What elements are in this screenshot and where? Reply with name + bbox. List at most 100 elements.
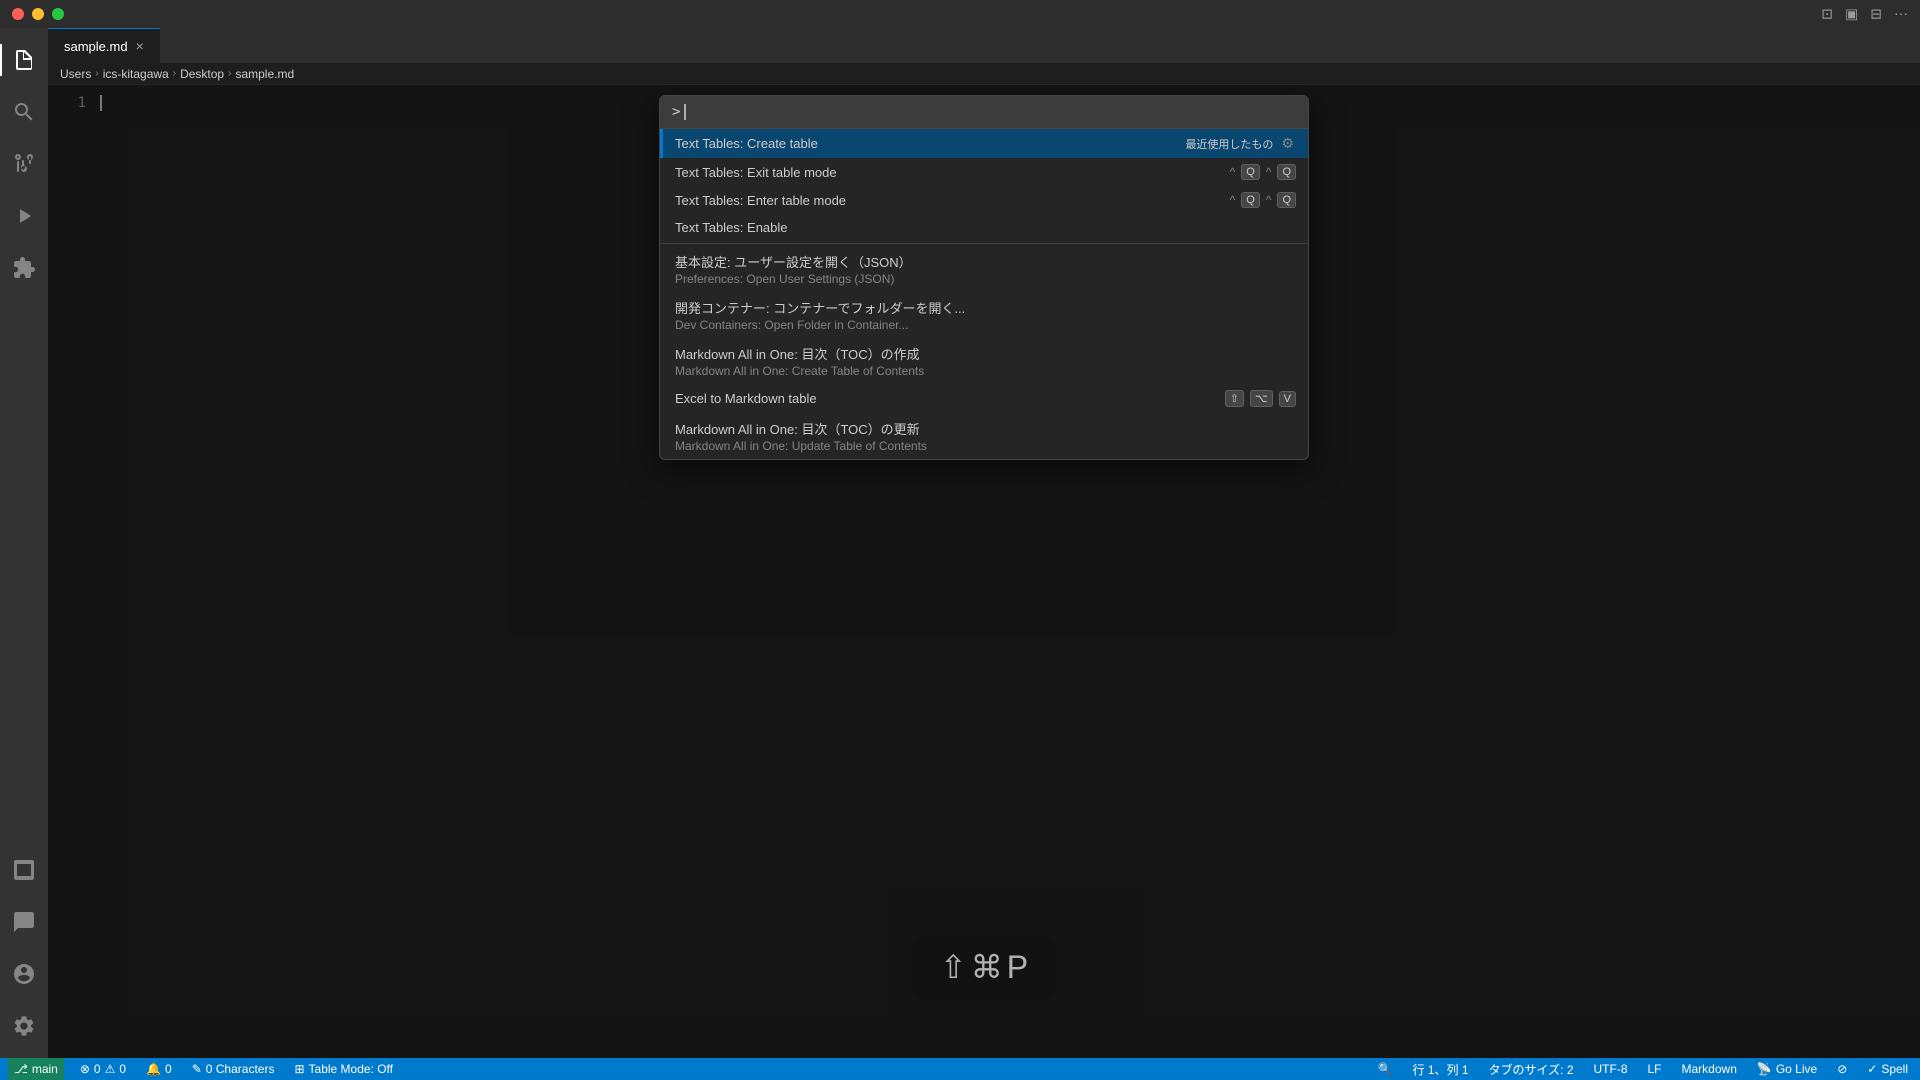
command-item-exit-table-mode[interactable]: Text Tables: Exit table mode ^ Q ^ Q — [660, 158, 1308, 186]
status-spell[interactable]: ✓ Spell — [1863, 1058, 1912, 1080]
status-changes[interactable]: ✎ 0 Characters — [188, 1058, 279, 1080]
no-config-icon: 🔔 — [146, 1062, 161, 1076]
command-item-right-excel: ⇧ ⌥ V — [1225, 390, 1296, 407]
status-no-config[interactable]: 🔔 0 — [142, 1058, 176, 1080]
command-item-enter-table-mode[interactable]: Text Tables: Enter table mode ^ Q ^ Q — [660, 186, 1308, 214]
command-input-cursor — [684, 104, 686, 120]
command-item-basic-settings[interactable]: 基本設定: ユーザー設定を開く（JSON） Preferences: Open … — [660, 246, 1308, 292]
command-palette[interactable]: > Text Tables: Create table 最近使用したもの ⚙ — [659, 95, 1309, 460]
main-layout: sample.md × Users › ics-kitagawa › Deskt… — [0, 28, 1920, 1058]
accounts-icon[interactable] — [0, 950, 48, 998]
key-q-4: Q — [1277, 192, 1296, 208]
recently-used-badge: 最近使用したもの — [1185, 136, 1273, 152]
source-control-activity-icon[interactable] — [0, 140, 48, 188]
layout-icon[interactable]: ⊡ — [1821, 6, 1833, 23]
warning-count: 0 — [119, 1062, 126, 1076]
gear-button-create-table[interactable]: ⚙ — [1279, 135, 1296, 152]
command-item-title-enable: Text Tables: Enable — [675, 220, 788, 235]
branch-name: main — [32, 1062, 58, 1076]
key-q-3: Q — [1241, 192, 1260, 208]
table-mode-icon: ⊞ — [294, 1062, 304, 1076]
status-language[interactable]: Markdown — [1678, 1058, 1741, 1080]
zoom-icon: 🔍 — [1378, 1062, 1393, 1076]
command-palette-overlay[interactable]: > Text Tables: Create table 最近使用したもの ⚙ — [48, 85, 1920, 1058]
separator-1 — [660, 243, 1308, 244]
chat-icon[interactable] — [0, 898, 48, 946]
command-item-title-excel: Excel to Markdown table — [675, 391, 817, 406]
status-encoding[interactable]: UTF-8 — [1590, 1058, 1632, 1080]
command-item-subtitle-markdown-toc: Markdown All in One: Create Table of Con… — [675, 364, 1296, 378]
close-button[interactable] — [12, 8, 24, 20]
command-item-title-enter: Text Tables: Enter table mode — [675, 193, 846, 208]
command-input-row[interactable]: > — [660, 96, 1308, 129]
command-item-markdown-update-toc[interactable]: Markdown All in One: 目次（TOC）の更新 Markdown… — [660, 413, 1308, 459]
command-item-markdown-toc[interactable]: Markdown All in One: 目次（TOC）の作成 Markdown… — [660, 338, 1308, 384]
key-q-2: Q — [1277, 164, 1296, 180]
command-item-subtitle-update-toc: Markdown All in One: Update Table of Con… — [675, 439, 1296, 453]
status-go-live[interactable]: 📡 Go Live — [1753, 1058, 1821, 1080]
status-zoom[interactable]: 🔍 — [1374, 1058, 1397, 1080]
explorer-activity-icon[interactable] — [0, 36, 48, 84]
status-table-mode[interactable]: ⊞ Table Mode: Off — [290, 1058, 397, 1080]
split-editor-icon[interactable]: ▣ — [1845, 6, 1858, 23]
status-bar: ⎇ main ⊗ 0 ⚠ 0 🔔 0 ✎ 0 Characters ⊞ Tabl… — [0, 1058, 1920, 1080]
breadcrumb-sep-2: › — [173, 68, 176, 79]
tab-bar: sample.md × — [48, 28, 1920, 63]
command-item-excel-markdown[interactable]: Excel to Markdown table ⇧ ⌥ V — [660, 384, 1308, 413]
no-config-count: 0 — [165, 1062, 172, 1076]
minimize-button[interactable] — [32, 8, 44, 20]
activity-bottom — [0, 950, 48, 1058]
position-label: 行 1、列 1 — [1412, 1061, 1468, 1078]
breadcrumb-sep-3: › — [228, 68, 231, 79]
status-branch[interactable]: ⎇ main — [8, 1058, 64, 1080]
breadcrumb-desktop[interactable]: Desktop — [180, 67, 224, 81]
status-position[interactable]: 行 1、列 1 — [1408, 1058, 1472, 1080]
command-items-list: Text Tables: Create table 最近使用したもの ⚙ Tex… — [660, 129, 1308, 459]
search-activity-icon[interactable] — [0, 88, 48, 136]
status-tab-size[interactable]: タブのサイズ: 2 — [1485, 1058, 1578, 1080]
key-alt: ⌥ — [1250, 390, 1273, 407]
command-input-prefix: > — [672, 104, 680, 120]
status-line-ending[interactable]: LF — [1644, 1058, 1666, 1080]
no-sync-icon: ⊘ — [1837, 1062, 1847, 1076]
key-shift: ⇧ — [1225, 390, 1244, 407]
remote-explorer-icon[interactable] — [0, 846, 48, 894]
status-errors[interactable]: ⊗ 0 ⚠ 0 — [76, 1058, 130, 1080]
titlebar: ⊡ ▣ ⊟ ⋯ — [0, 0, 1920, 28]
command-item-right-exit: ^ Q ^ Q — [1230, 164, 1296, 180]
key-v: V — [1279, 391, 1296, 407]
go-live-label: Go Live — [1776, 1062, 1817, 1076]
maximize-button[interactable] — [52, 8, 64, 20]
tab-sample-md[interactable]: sample.md × — [48, 28, 160, 63]
branch-icon: ⎇ — [14, 1062, 28, 1076]
run-activity-icon[interactable] — [0, 192, 48, 240]
command-item-enable[interactable]: Text Tables: Enable — [660, 214, 1308, 241]
editor-area: sample.md × Users › ics-kitagawa › Deskt… — [48, 28, 1920, 1058]
language-label: Markdown — [1682, 1062, 1737, 1076]
breadcrumb-ics[interactable]: ics-kitagawa — [103, 67, 169, 81]
command-item-title-create-table: Text Tables: Create table — [675, 136, 818, 151]
editor-content[interactable]: 1 > Tex — [48, 85, 1920, 1058]
command-item-title-update-toc: Markdown All in One: 目次（TOC）の更新 — [675, 419, 920, 438]
command-item-create-table[interactable]: Text Tables: Create table 最近使用したもの ⚙ — [660, 129, 1308, 158]
command-item-dev-containers[interactable]: 開発コンテナー: コンテナーでフォルダーを開く... Dev Container… — [660, 292, 1308, 338]
error-count: 0 — [94, 1062, 101, 1076]
command-item-subtitle-dev-containers: Dev Containers: Open Folder in Container… — [675, 318, 1296, 332]
error-icon: ⊗ — [80, 1062, 90, 1076]
tab-close-button[interactable]: × — [136, 38, 144, 54]
command-item-subtitle-basic-settings: Preferences: Open User Settings (JSON) — [675, 272, 1296, 286]
spell-label: Spell — [1881, 1062, 1908, 1076]
tab-size-label: タブのサイズ: 2 — [1489, 1061, 1574, 1078]
customize-layout-icon[interactable]: ⋯ — [1894, 6, 1908, 23]
breadcrumb: Users › ics-kitagawa › Desktop › sample.… — [48, 63, 1920, 85]
breadcrumb-sep-1: › — [95, 68, 98, 79]
settings-icon[interactable] — [0, 1002, 48, 1050]
status-no-sync[interactable]: ⊘ — [1833, 1058, 1851, 1080]
breadcrumb-file[interactable]: sample.md — [235, 67, 294, 81]
extensions-activity-icon[interactable] — [0, 244, 48, 292]
status-right: 🔍 行 1、列 1 タブのサイズ: 2 UTF-8 LF Markdown 📡 … — [1374, 1058, 1912, 1080]
panel-icon[interactable]: ⊟ — [1870, 6, 1882, 23]
breadcrumb-users[interactable]: Users — [60, 67, 91, 81]
chars-label: 0 Characters — [206, 1062, 275, 1076]
table-mode-label: Table Mode: Off — [309, 1062, 394, 1076]
